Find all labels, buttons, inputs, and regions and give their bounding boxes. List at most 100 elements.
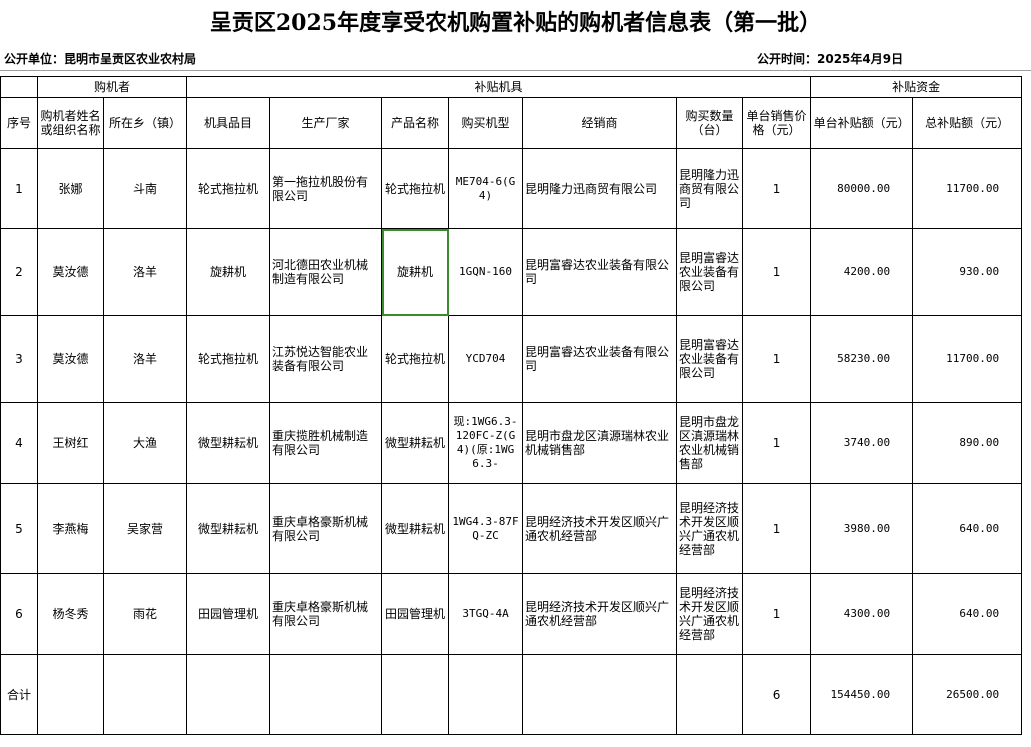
col-dealer[interactable]: 经销商 <box>522 97 678 149</box>
cell-model[interactable]: YCD704 <box>448 315 524 403</box>
blank-cell[interactable] <box>186 654 271 735</box>
cell-seq[interactable]: 3 <box>0 315 38 403</box>
cell-town[interactable]: 雨花 <box>102 573 188 655</box>
cell-qty[interactable]: 昆明隆力迅商贸有限公司 <box>676 148 744 229</box>
cell-category[interactable]: 轮式拖拉机 <box>186 315 271 403</box>
cell-product[interactable]: 轮式拖拉机 <box>381 148 450 229</box>
cell-maker[interactable]: 重庆卓格豪斯机械有限公司 <box>269 483 383 574</box>
cell-dealer[interactable]: 昆明隆力迅商贸有限公司 <box>522 148 678 229</box>
cell-model[interactable]: 1WG4.3-87FQ-ZC <box>448 483 524 574</box>
cell-category[interactable]: 微型耕耘机 <box>186 402 271 484</box>
cell-product[interactable]: 田园管理机 <box>381 573 450 655</box>
cell-maker[interactable]: 重庆揽胜机械制造有限公司 <box>269 402 383 484</box>
blank-cell[interactable] <box>522 654 678 735</box>
cell-seq[interactable]: 2 <box>0 228 38 316</box>
cell-model[interactable]: 3TGQ-4A <box>448 573 524 655</box>
cell-total-subsidy[interactable]: 640.00 <box>912 483 1023 574</box>
cell-maker[interactable]: 江苏悦达智能农业装备有限公司 <box>269 315 383 403</box>
cell-category[interactable]: 旋耕机 <box>186 228 271 316</box>
cell-name[interactable]: 王树红 <box>37 402 104 484</box>
total-price[interactable]: 6 <box>742 654 812 735</box>
blank-cell[interactable] <box>0 76 38 98</box>
cell-unit-subsidy[interactable]: 3980.00 <box>810 483 914 574</box>
col-maker[interactable]: 生产厂家 <box>269 97 383 149</box>
cell-total-subsidy[interactable]: 890.00 <box>912 402 1023 484</box>
cell-model[interactable]: ME704-6(G4) <box>448 148 524 229</box>
col-category[interactable]: 机具品目 <box>186 97 271 149</box>
cell-dealer[interactable]: 昆明富睿达农业装备有限公司 <box>522 228 678 316</box>
group-buyer[interactable]: 购机者 <box>36 76 188 98</box>
cell-name[interactable]: 莫汝德 <box>37 228 104 316</box>
cell-qty[interactable]: 昆明富睿达农业装备有限公司 <box>676 315 744 403</box>
cell-maker[interactable]: 重庆卓格豪斯机械有限公司 <box>269 573 383 655</box>
cell-qty[interactable]: 昆明市盘龙区滇源瑞林农业机械销售部 <box>676 402 744 484</box>
cell-name[interactable]: 张娜 <box>37 148 104 229</box>
cell-qty[interactable]: 昆明富睿达农业装备有限公司 <box>676 228 744 316</box>
cell-unit-subsidy[interactable]: 80000.00 <box>810 148 914 229</box>
group-funds[interactable]: 补贴资金 <box>810 76 1023 98</box>
col-seq[interactable]: 序号 <box>0 97 38 149</box>
total-label[interactable]: 合计 <box>0 654 38 735</box>
cell-price[interactable]: 1 <box>742 315 812 403</box>
cell-product[interactable]: 旋耕机 <box>381 228 450 316</box>
cell-unit-subsidy[interactable]: 4300.00 <box>810 573 914 655</box>
cell-category[interactable]: 田园管理机 <box>186 573 271 655</box>
cell-product[interactable]: 微型耕耘机 <box>381 402 450 484</box>
cell-total-subsidy[interactable]: 11700.00 <box>912 315 1023 403</box>
cell-qty[interactable]: 昆明经济技术开发区顺兴广通农机经营部 <box>676 573 744 655</box>
cell-maker[interactable]: 河北德田农业机械制造有限公司 <box>269 228 383 316</box>
cell-total-subsidy[interactable]: 640.00 <box>912 573 1023 655</box>
col-name[interactable]: 购机者姓名或组织名称 <box>37 97 104 149</box>
col-town[interactable]: 所在乡（镇） <box>102 97 188 149</box>
cell-town[interactable]: 大渔 <box>102 402 188 484</box>
cell-model[interactable]: 1GQN-160 <box>448 228 524 316</box>
blank-cell[interactable] <box>37 654 104 735</box>
cell-unit-subsidy[interactable]: 3740.00 <box>810 402 914 484</box>
blank-cell[interactable] <box>676 654 744 735</box>
cell-price[interactable]: 1 <box>742 483 812 574</box>
cell-seq[interactable]: 5 <box>0 483 38 574</box>
col-qty[interactable]: 购买数量（台） <box>676 97 744 149</box>
cell-seq[interactable]: 1 <box>0 148 38 229</box>
cell-town[interactable]: 吴家营 <box>102 483 188 574</box>
cell-category[interactable]: 轮式拖拉机 <box>186 148 271 229</box>
cell-dealer[interactable]: 昆明市盘龙区滇源瑞林农业机械销售部 <box>522 402 678 484</box>
cell-total-subsidy[interactable]: 11700.00 <box>912 148 1023 229</box>
blank-cell[interactable] <box>381 654 450 735</box>
col-model[interactable]: 购买机型 <box>448 97 524 149</box>
col-unit-subsidy[interactable]: 单台补贴额（元） <box>810 97 914 149</box>
cell-dealer[interactable]: 昆明富睿达农业装备有限公司 <box>522 315 678 403</box>
cell-name[interactable]: 杨冬秀 <box>37 573 104 655</box>
cell-product[interactable]: 微型耕耘机 <box>381 483 450 574</box>
cell-price[interactable]: 1 <box>742 402 812 484</box>
cell-name[interactable]: 李燕梅 <box>37 483 104 574</box>
cell-dealer[interactable]: 昆明经济技术开发区顺兴广通农机经营部 <box>522 483 678 574</box>
cell-seq[interactable]: 6 <box>0 573 38 655</box>
cell-town[interactable]: 斗南 <box>102 148 188 229</box>
cell-unit-subsidy[interactable]: 4200.00 <box>810 228 914 316</box>
col-total-subsidy[interactable]: 总补贴额（元） <box>912 97 1023 149</box>
col-product[interactable]: 产品名称 <box>381 97 450 149</box>
cell-unit-subsidy[interactable]: 58230.00 <box>810 315 914 403</box>
cell-price[interactable]: 1 <box>742 148 812 229</box>
cell-qty[interactable]: 昆明经济技术开发区顺兴广通农机经营部 <box>676 483 744 574</box>
col-price[interactable]: 单台销售价格（元） <box>742 97 812 149</box>
cell-town[interactable]: 洛羊 <box>102 228 188 316</box>
cell-product[interactable]: 轮式拖拉机 <box>381 315 450 403</box>
cell-dealer[interactable]: 昆明经济技术开发区顺兴广通农机经营部 <box>522 573 678 655</box>
cell-maker[interactable]: 第一拖拉机股份有限公司 <box>269 148 383 229</box>
blank-cell[interactable] <box>448 654 524 735</box>
cell-name[interactable]: 莫汝德 <box>37 315 104 403</box>
cell-model[interactable]: 现:1WG6.3-120FC-Z(G4)(原:1WG6.3- <box>448 402 524 484</box>
cell-price[interactable]: 1 <box>742 573 812 655</box>
cell-price[interactable]: 1 <box>742 228 812 316</box>
cell-category[interactable]: 微型耕耘机 <box>186 483 271 574</box>
cell-seq[interactable]: 4 <box>0 402 38 484</box>
total-unit-subsidy[interactable]: 154450.00 <box>810 654 914 735</box>
cell-total-subsidy[interactable]: 930.00 <box>912 228 1023 316</box>
total-total-subsidy[interactable]: 26500.00 <box>912 654 1023 735</box>
blank-cell[interactable] <box>269 654 383 735</box>
group-machine[interactable]: 补贴机具 <box>186 76 812 98</box>
blank-cell[interactable] <box>102 654 188 735</box>
cell-town[interactable]: 洛羊 <box>102 315 188 403</box>
